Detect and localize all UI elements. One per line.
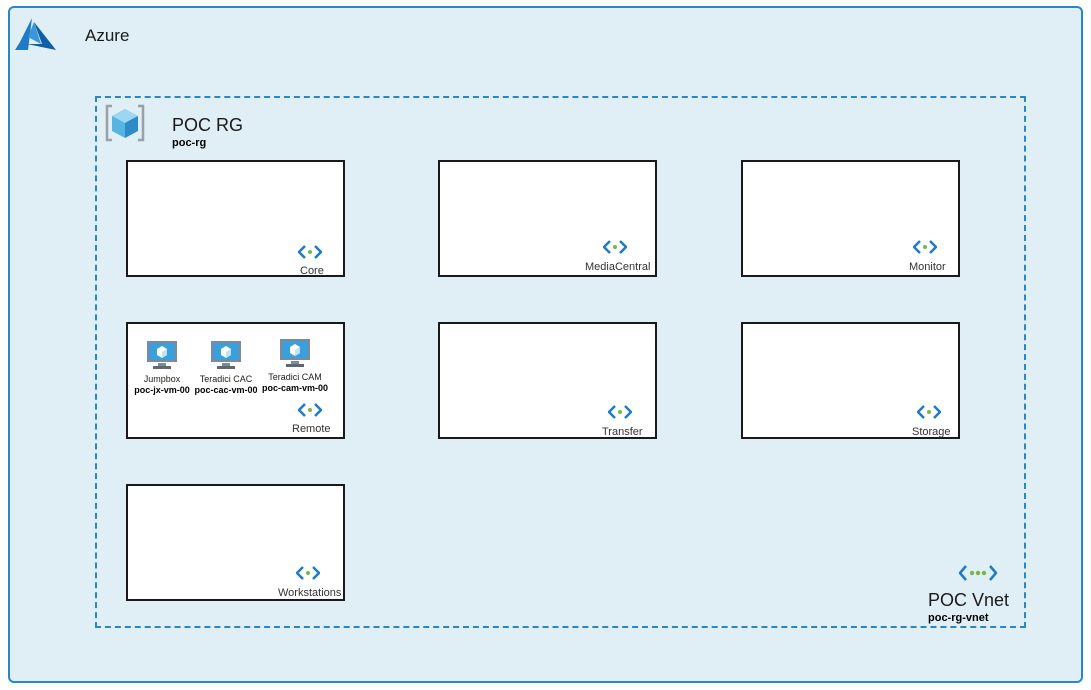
azure-logo-icon bbox=[15, 18, 56, 50]
subnet-icon bbox=[298, 245, 322, 259]
vnet-title: POC Vnet bbox=[928, 590, 1010, 610]
vm-name: Teradici CAM bbox=[268, 372, 322, 382]
vm-name: Jumpbox bbox=[143, 374, 181, 384]
subnet-icon bbox=[917, 405, 941, 419]
subnet-label: MediaCentral bbox=[585, 261, 651, 273]
virtual-machine-icon bbox=[147, 341, 177, 369]
subnet-label: Monitor bbox=[909, 261, 946, 273]
subnet-storage[interactable]: Storage bbox=[741, 322, 960, 439]
subnet-mediacentral[interactable]: MediaCentral bbox=[438, 160, 657, 277]
subnet-core[interactable]: Core bbox=[126, 160, 345, 277]
subnet-icon bbox=[296, 566, 320, 580]
resource-group-title: POC RG bbox=[172, 115, 244, 135]
resource-group-id: poc-rg bbox=[172, 137, 207, 149]
subnet-workstations[interactable]: Workstations bbox=[126, 484, 345, 601]
vm-teradici-cam[interactable]: Teradici CAM poc-cam-vm-00 bbox=[258, 338, 332, 394]
subnet-label: Core bbox=[300, 265, 324, 277]
subnet-label: Storage bbox=[912, 426, 951, 438]
subnet-icon bbox=[913, 240, 937, 254]
subnet-icon bbox=[608, 405, 632, 419]
vm-teradici-cac[interactable]: Teradici CAC poc-cac-vm-00 bbox=[189, 340, 263, 396]
subnet-label: Transfer bbox=[602, 426, 643, 438]
subnet-label: Workstations bbox=[278, 587, 342, 599]
virtual-network-icon bbox=[958, 565, 998, 581]
vm-id: poc-cam-vm-00 bbox=[261, 383, 329, 393]
azure-label: Azure bbox=[85, 26, 130, 45]
vm-id: poc-jx-vm-00 bbox=[134, 385, 190, 395]
subnet-remote[interactable]: Jumpbox poc-jx-vm-00 Teradici CAC poc-ca… bbox=[126, 322, 345, 439]
subnet-icon bbox=[298, 403, 322, 417]
resource-group-cube-icon bbox=[105, 104, 145, 142]
vm-jumpbox[interactable]: Jumpbox poc-jx-vm-00 bbox=[125, 340, 199, 396]
vnet-id: poc-rg-vnet bbox=[928, 612, 989, 624]
subnet-monitor[interactable]: Monitor bbox=[741, 160, 960, 277]
subnet-label: Remote bbox=[292, 423, 331, 435]
vm-id: poc-cac-vm-00 bbox=[194, 385, 258, 395]
virtual-machine-icon bbox=[211, 341, 241, 369]
virtual-machine-icon bbox=[280, 339, 310, 367]
subnet-transfer[interactable]: Transfer bbox=[438, 322, 657, 439]
vm-name: Teradici CAC bbox=[199, 374, 253, 384]
subnet-icon bbox=[603, 240, 627, 254]
